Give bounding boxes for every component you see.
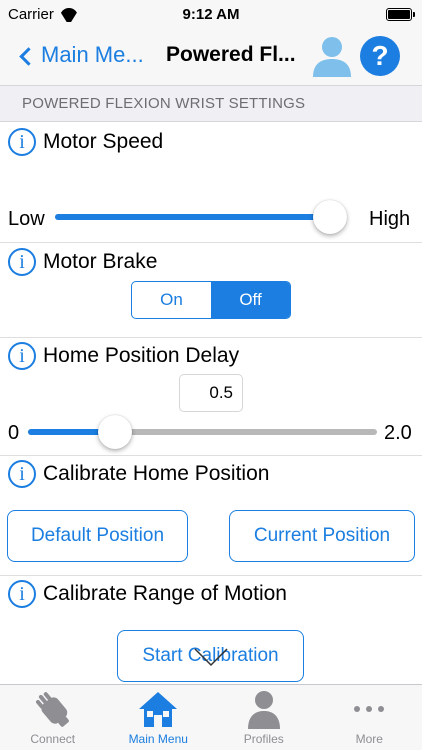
info-icon[interactable]: i — [8, 460, 36, 488]
status-time: 9:12 AM — [182, 6, 240, 23]
motor-brake-row: i Motor Brake On Off — [0, 243, 422, 338]
home-delay-row: i Home Position Delay 0.5 0 2.0 — [0, 338, 422, 456]
home-delay-value[interactable]: 0.5 — [179, 374, 243, 412]
tab-more-label: More — [355, 732, 383, 746]
checkmark-icon — [194, 648, 228, 667]
tab-profiles[interactable]: Profiles — [211, 685, 317, 750]
person-icon — [247, 691, 280, 729]
calibrate-range-title: Calibrate Range of Motion — [43, 582, 287, 605]
calibrate-home-row: i Calibrate Home Position Default Positi… — [0, 456, 422, 576]
back-button-label: Main Me... — [41, 42, 144, 67]
info-icon[interactable]: i — [8, 580, 36, 608]
section-header-label: POWERED FLEXION WRIST SETTINGS — [22, 95, 306, 112]
motor-brake-title: Motor Brake — [43, 250, 158, 273]
back-button[interactable]: Main Me... — [19, 42, 144, 68]
home-delay-slider-thumb[interactable] — [98, 415, 133, 449]
calibrate-range-row: i Calibrate Range of Motion Start Calibr… — [0, 576, 422, 684]
tab-bar: Connect Main Menu Profiles More — [0, 684, 422, 750]
motor-speed-heading: i Motor Speed — [8, 128, 163, 156]
calibrate-range-heading: i Calibrate Range of Motion — [8, 580, 287, 608]
more-icon — [354, 706, 385, 712]
hand-icon — [35, 692, 69, 727]
navigation-bar: Main Me... Powered Fl... ? — [0, 30, 422, 85]
home-delay-slider[interactable] — [28, 415, 377, 449]
default-position-button[interactable]: Default Position — [7, 510, 188, 562]
motor-speed-slider-fill — [55, 214, 345, 220]
motor-speed-row: i Motor Speed Low High — [0, 122, 422, 243]
home-delay-title: Home Position Delay — [43, 344, 240, 367]
tab-main-menu-label: Main Menu — [128, 732, 188, 746]
brake-on-option[interactable]: On — [132, 282, 211, 318]
battery-icon — [386, 8, 415, 21]
motor-speed-title: Motor Speed — [43, 130, 164, 153]
calibrate-home-title: Calibrate Home Position — [43, 462, 270, 485]
calibrate-home-heading: i Calibrate Home Position — [8, 460, 269, 488]
motor-speed-slider-thumb[interactable] — [313, 200, 347, 234]
status-bar: Carrier 9:12 AM — [0, 0, 422, 30]
chevron-left-icon — [19, 46, 38, 66]
current-position-button[interactable]: Current Position — [229, 510, 415, 562]
start-calibration-button[interactable]: Start Calibration — [117, 630, 304, 682]
tab-more[interactable]: More — [317, 685, 422, 750]
motor-speed-min-label: Low — [8, 208, 45, 230]
tab-main-menu[interactable]: Main Menu — [106, 685, 212, 750]
section-header: POWERED FLEXION WRIST SETTINGS — [0, 85, 422, 122]
page-title: Powered Fl... — [166, 43, 296, 66]
user-button[interactable] — [312, 35, 352, 77]
help-button[interactable]: ? — [360, 36, 400, 76]
info-icon[interactable]: i — [8, 128, 36, 156]
home-icon — [139, 692, 178, 727]
tab-connect[interactable]: Connect — [0, 685, 106, 750]
home-delay-min-label: 0 — [8, 422, 20, 444]
home-delay-max-label: 2.0 — [384, 422, 412, 444]
info-icon[interactable]: i — [8, 342, 36, 370]
brake-off-option[interactable]: Off — [211, 282, 290, 318]
user-icon — [313, 37, 351, 77]
motor-speed-slider[interactable] — [55, 200, 347, 234]
home-delay-heading: i Home Position Delay — [8, 342, 239, 370]
tab-profiles-label: Profiles — [243, 732, 284, 746]
tab-connect-label: Connect — [30, 732, 76, 746]
info-icon[interactable]: i — [8, 248, 36, 276]
motor-speed-max-label: High — [369, 208, 411, 230]
motor-brake-heading: i Motor Brake — [8, 248, 157, 276]
motor-brake-toggle: On Off — [131, 281, 291, 319]
